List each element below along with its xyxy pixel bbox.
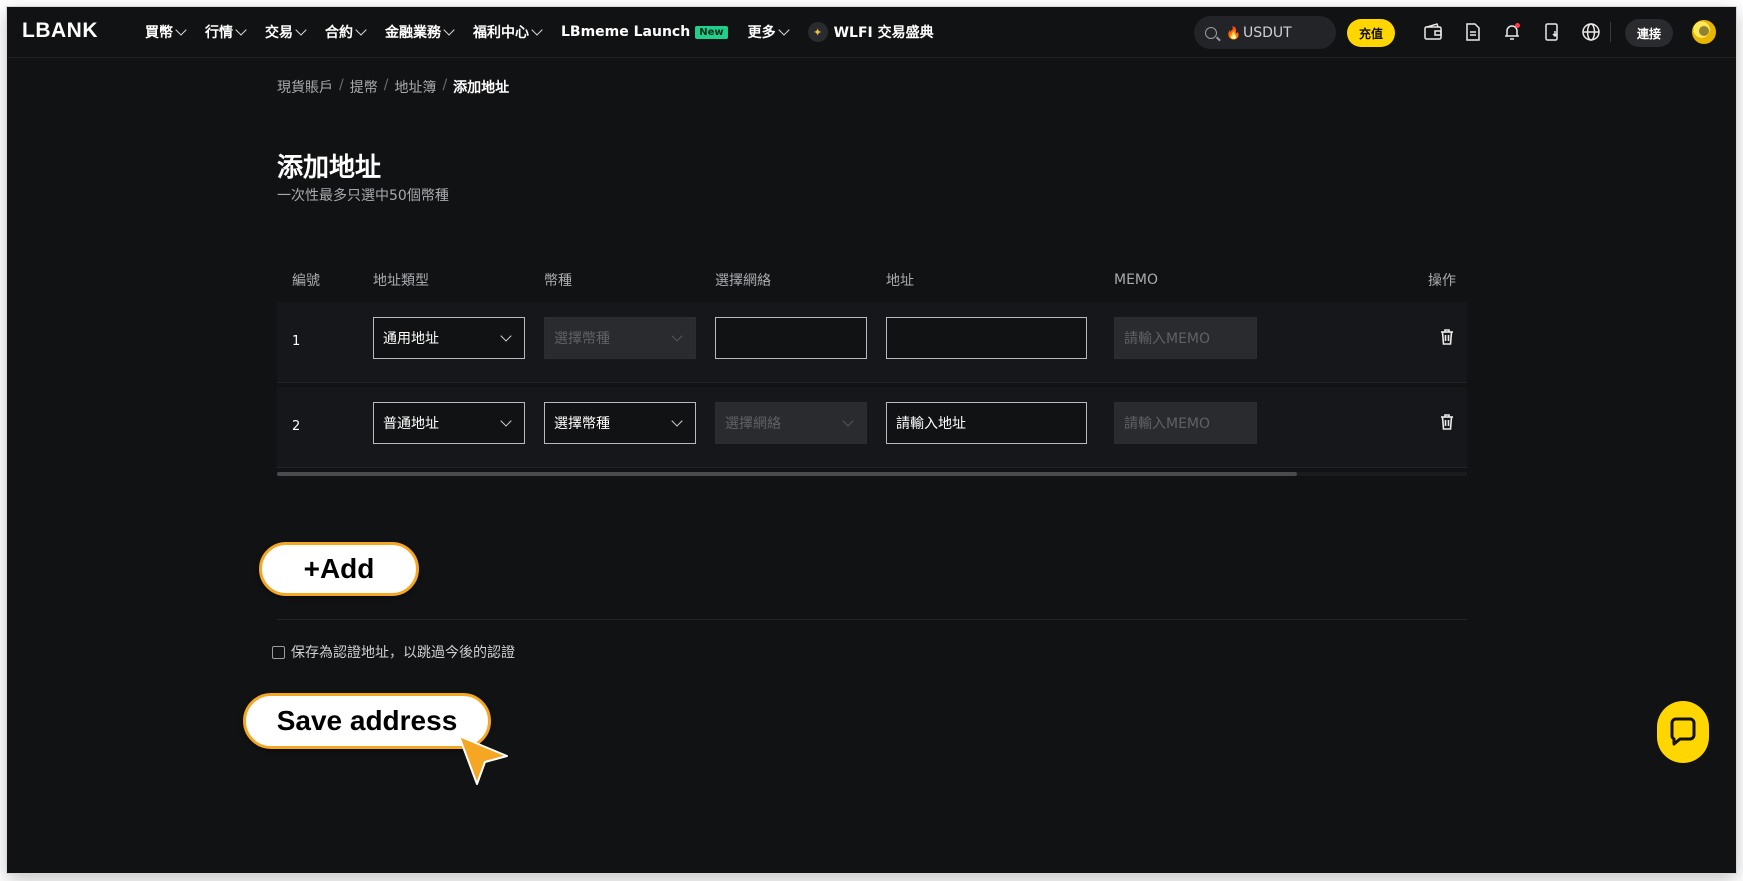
nav-trade[interactable]: 交易 xyxy=(265,22,307,42)
header-actions: 操作 xyxy=(1428,272,1456,289)
breadcrumb-address-book[interactable]: 地址簿 xyxy=(394,77,436,97)
breadcrumb: 現貨賬戶 / 提幣 / 地址簿 / 添加地址 xyxy=(277,77,510,97)
wallet-icon[interactable] xyxy=(1423,22,1443,42)
chevron-down-icon xyxy=(295,24,307,36)
nav-markets[interactable]: 行情 xyxy=(205,22,247,42)
chevron-down-icon xyxy=(175,24,187,36)
table-header: 編號 地址類型 幣種 選擇網絡 地址 MEMO 操作 xyxy=(277,257,1467,302)
currency-select[interactable]: 選擇幣種 xyxy=(544,317,696,359)
new-badge: New xyxy=(695,25,728,39)
header-currency: 幣種 xyxy=(544,272,572,289)
section-divider xyxy=(277,619,1467,620)
address-type-select[interactable]: 通用地址 xyxy=(373,317,525,359)
chat-support-button[interactable] xyxy=(1657,701,1709,763)
table-row: 2 普通地址 選擇幣種 選擇網絡 請輸入地址 請輸入MEMO xyxy=(277,387,1467,468)
address-input[interactable] xyxy=(886,317,1087,359)
wlfi-logo-icon: ✦ xyxy=(807,22,828,42)
address-input[interactable]: 請輸入地址 xyxy=(886,402,1087,444)
nav-more[interactable]: 更多 xyxy=(748,22,790,42)
save-as-verified-option[interactable]: 保存為認證地址，以跳過今後的認證 xyxy=(272,642,515,662)
cursor-pointer-icon xyxy=(455,732,515,788)
row-number: 1 xyxy=(292,334,301,349)
chevron-down-icon xyxy=(500,415,512,427)
save-as-verified-checkbox[interactable] xyxy=(272,645,285,659)
search-text: USDUT xyxy=(1242,24,1292,41)
header-address-type: 地址類型 xyxy=(373,272,429,289)
header-divider xyxy=(1610,22,1611,42)
scrollbar-thumb[interactable] xyxy=(277,472,1297,476)
nav-finance[interactable]: 金融業務 xyxy=(385,22,455,42)
bell-icon[interactable] xyxy=(1502,22,1522,42)
globe-icon[interactable] xyxy=(1581,22,1601,42)
memo-input[interactable]: 請輸入MEMO xyxy=(1114,317,1257,359)
document-icon[interactable] xyxy=(1463,22,1483,42)
nav-lbmeme-launch[interactable]: LBmeme Launch New xyxy=(561,24,728,40)
chevron-down-icon xyxy=(235,24,247,36)
app-window: LBANK 買幣 行情 交易 合約 金融業務 福利中心 LBmeme Launc… xyxy=(7,7,1736,873)
chevron-down-icon xyxy=(443,24,455,36)
breadcrumb-withdraw[interactable]: 提幣 xyxy=(350,77,378,97)
logo[interactable]: LBANK xyxy=(22,19,98,43)
table-horizontal-scrollbar[interactable] xyxy=(277,472,1467,476)
connect-button[interactable]: 連接 xyxy=(1625,19,1673,47)
main-nav: 買幣 行情 交易 合約 金融業務 福利中心 LBmeme Launch New 更… xyxy=(145,7,954,57)
address-type-select[interactable]: 普通地址 xyxy=(373,402,525,444)
save-as-verified-label: 保存為認證地址，以跳過今後的認證 xyxy=(291,645,515,661)
deposit-button[interactable]: 充值 xyxy=(1347,19,1395,47)
network-select[interactable]: 選擇網絡 xyxy=(715,402,867,444)
nav-rewards-center[interactable]: 福利中心 xyxy=(473,22,543,42)
search-icon xyxy=(1205,26,1217,39)
page-subtitle: 一次性最多只選中50個幣種 xyxy=(277,188,449,204)
row-number: 2 xyxy=(292,419,301,434)
top-navbar: LBANK 買幣 行情 交易 合約 金融業務 福利中心 LBmeme Launc… xyxy=(7,7,1736,58)
table-row: 1 通用地址 選擇幣種 請輸入MEMO xyxy=(277,302,1467,383)
nav-wlfi-event[interactable]: ✦ WLFI 交易盛典 xyxy=(807,22,934,42)
add-row-button[interactable]: +Add xyxy=(259,542,419,596)
header-address: 地址 xyxy=(886,272,914,289)
download-app-icon[interactable] xyxy=(1542,22,1562,42)
chevron-down-icon xyxy=(842,415,854,427)
chevron-down-icon xyxy=(500,330,512,342)
fire-icon: 🔥 xyxy=(1226,25,1241,40)
currency-select[interactable]: 選擇幣種 xyxy=(544,402,696,444)
chevron-down-icon xyxy=(777,24,790,36)
nav-futures[interactable]: 合約 xyxy=(325,22,367,42)
chevron-down-icon xyxy=(531,24,543,36)
page-title: 添加地址 xyxy=(277,153,382,183)
header-number: 編號 xyxy=(292,272,320,289)
nav-buy-crypto[interactable]: 買幣 xyxy=(145,22,187,42)
chevron-down-icon xyxy=(671,415,683,427)
avatar[interactable] xyxy=(1692,20,1716,44)
trash-icon[interactable] xyxy=(1439,328,1455,346)
chevron-down-icon xyxy=(671,330,683,342)
trash-icon[interactable] xyxy=(1439,413,1455,431)
chat-icon xyxy=(1670,717,1696,746)
breadcrumb-spot-account[interactable]: 現貨賬戶 xyxy=(277,77,333,97)
header-network: 選擇網絡 xyxy=(715,272,771,289)
network-select[interactable] xyxy=(715,317,867,359)
search-box[interactable]: 🔥 USDUT xyxy=(1194,16,1336,49)
memo-input[interactable]: 請輸入MEMO xyxy=(1114,402,1257,444)
breadcrumb-current: 添加地址 xyxy=(453,80,510,96)
chevron-down-icon xyxy=(355,24,367,36)
save-address-button[interactable]: Save address xyxy=(243,693,491,749)
header-memo: MEMO xyxy=(1114,271,1159,288)
